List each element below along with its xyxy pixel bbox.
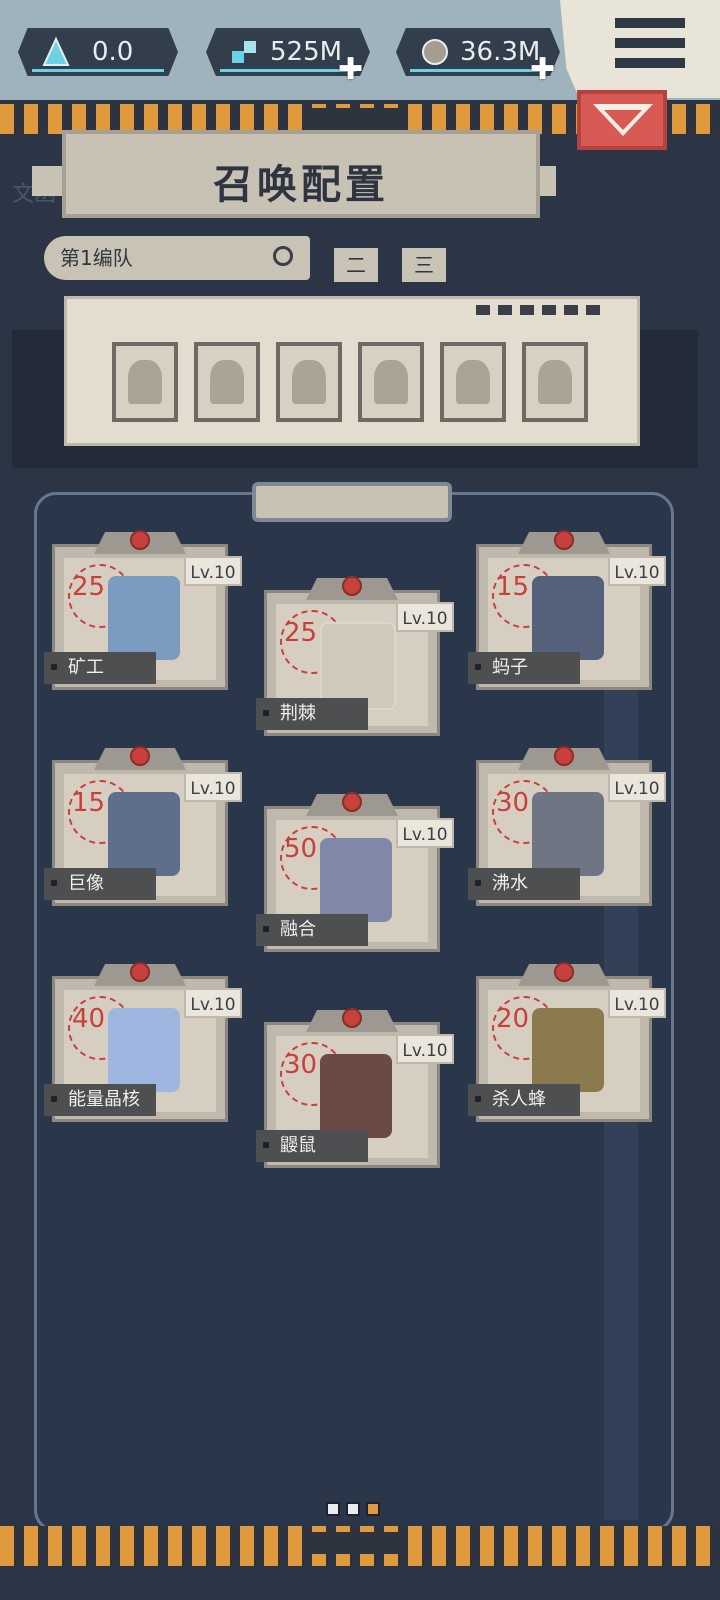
triangle-gem-icon	[42, 37, 70, 66]
collapse-button[interactable]	[577, 90, 667, 150]
unit-level: Lv.10	[608, 988, 666, 1018]
unit-name: 沸水	[468, 868, 580, 900]
page-dot[interactable]	[346, 1502, 360, 1516]
unit-name: 鼹鼠	[256, 1130, 368, 1162]
page-dot-active[interactable]	[366, 1502, 380, 1516]
boiling-water-icon	[532, 792, 604, 876]
page-title: 召唤配置	[213, 162, 389, 208]
unit-name: 矿工	[44, 652, 156, 684]
unit-card-energy-core[interactable]: 40 Lv.10 能量晶核	[44, 962, 242, 1122]
colossus-icon	[108, 792, 180, 876]
add-ore-button[interactable]: ✚	[530, 52, 555, 87]
unit-card-mole[interactable]: 30 Lv.10 鼹鼠	[256, 1008, 454, 1168]
crystal-icon	[232, 41, 256, 63]
tab-team-2[interactable]: 二	[334, 248, 378, 282]
page-indicator	[326, 1502, 380, 1516]
mosquito-icon	[532, 576, 604, 660]
menu-button[interactable]	[560, 0, 720, 98]
unit-card-miner[interactable]: 25 Lv.10 矿工	[44, 530, 242, 690]
team-select[interactable]: 第1编队	[44, 236, 310, 280]
unit-card-fusion[interactable]: 50 Lv.10 融合	[256, 792, 454, 952]
empty-slot[interactable]	[276, 342, 342, 422]
unit-cost: 25	[72, 572, 106, 602]
unit-level: Lv.10	[184, 556, 242, 586]
empty-slot[interactable]	[358, 342, 424, 422]
unit-cost: 30	[284, 1050, 318, 1080]
unit-level: Lv.10	[608, 772, 666, 802]
unit-cost: 15	[72, 788, 106, 818]
unit-cost: 25	[284, 618, 318, 648]
unit-cost: 20	[496, 1004, 530, 1034]
edit-icon[interactable]	[273, 246, 293, 266]
unit-level: Lv.10	[396, 1034, 454, 1064]
tab-team-3[interactable]: 三	[402, 248, 446, 282]
unit-name: 能量晶核	[44, 1084, 156, 1116]
energy-core-icon	[108, 1008, 180, 1092]
unit-card-thorn[interactable]: 25 Lv.10 荆棘	[256, 576, 454, 736]
unit-level: Lv.10	[184, 988, 242, 1018]
add-crystal-button[interactable]: ✚	[338, 52, 363, 87]
unit-card-colossus[interactable]: 15 Lv.10 巨像	[44, 746, 242, 906]
unit-card-killer-bee[interactable]: 20 Lv.10 杀人蜂	[468, 962, 666, 1122]
empty-slot[interactable]	[522, 342, 588, 422]
unit-cost: 30	[496, 788, 530, 818]
unit-cost: 50	[284, 834, 318, 864]
unit-name: 巨像	[44, 868, 156, 900]
unit-cost: 40	[72, 1004, 106, 1034]
unit-name: 蚂子	[468, 652, 580, 684]
panel-handle	[252, 482, 452, 522]
resource-gems: 0.0	[18, 28, 178, 76]
unit-level: Lv.10	[396, 818, 454, 848]
empty-slot[interactable]	[112, 342, 178, 422]
title-plate: 召唤配置	[62, 130, 540, 218]
unit-level: Lv.10	[608, 556, 666, 586]
thorn-icon	[320, 622, 396, 710]
fusion-icon	[320, 838, 392, 922]
unit-level: Lv.10	[396, 602, 454, 632]
page-dot[interactable]	[326, 1502, 340, 1516]
unit-cost: 15	[496, 572, 530, 602]
unit-name: 融合	[256, 914, 368, 946]
killer-bee-icon	[532, 1008, 604, 1092]
empty-slot[interactable]	[440, 342, 506, 422]
unit-name: 杀人蜂	[468, 1084, 580, 1116]
unit-level: Lv.10	[184, 772, 242, 802]
unit-name: 荆棘	[256, 698, 368, 730]
miner-icon	[108, 576, 180, 660]
unit-card-boiling-water[interactable]: 30 Lv.10 沸水	[468, 746, 666, 906]
empty-slot[interactable]	[194, 342, 260, 422]
menu-icon	[615, 18, 685, 28]
mole-icon	[320, 1054, 392, 1138]
unit-card-mosquito[interactable]: 15 Lv.10 蚂子	[468, 530, 666, 690]
ore-icon	[422, 39, 448, 65]
